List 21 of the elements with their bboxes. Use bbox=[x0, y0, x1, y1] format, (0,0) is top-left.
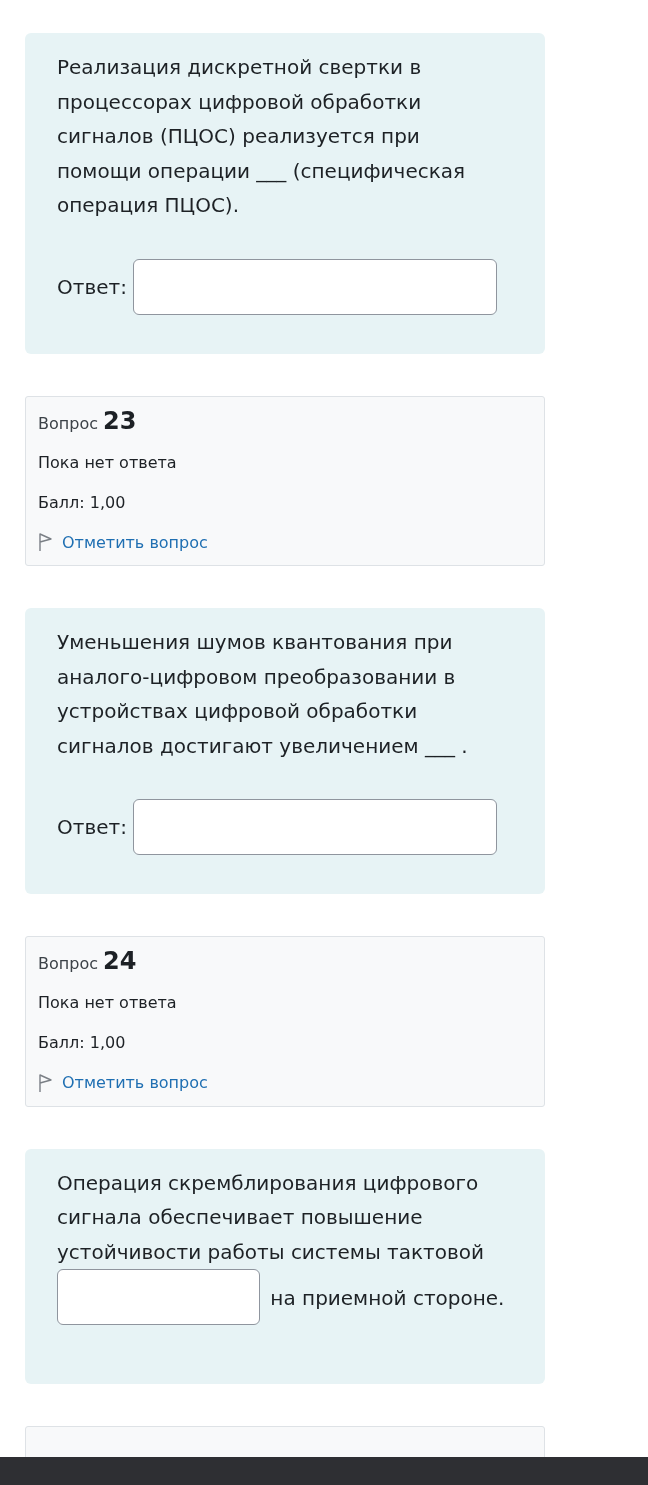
question-mark: Балл: 1,00 bbox=[38, 491, 127, 514]
question-number: 24 bbox=[102, 947, 137, 975]
answer-field[interactable] bbox=[132, 258, 497, 315]
answer-label: Ответ: bbox=[57, 815, 127, 839]
question-label: Вопрос bbox=[38, 413, 98, 433]
flag-question-link[interactable]: Отметить вопрос bbox=[38, 530, 208, 555]
answer-status: Пока нет ответа bbox=[38, 992, 178, 1014]
answer-status: Пока нет ответа bbox=[38, 451, 178, 474]
question-text: Операция скремблирования цифрового сигнала обеспечивает повышение устойчивости работы системы тактовой bbox=[57, 1170, 484, 1264]
question-number: 23 bbox=[102, 406, 137, 435]
answer-field[interactable] bbox=[57, 1269, 260, 1325]
flag-icon bbox=[38, 1073, 52, 1093]
question-text: на приемной стороне. bbox=[270, 1285, 505, 1310]
flag-question-link[interactable]: Отметить вопрос bbox=[38, 1071, 208, 1095]
question-label: Вопрос bbox=[38, 954, 98, 973]
question-text: Уменьшения шумов квантования при аналого-цифровом преобразовании в устройствах цифровой обработки сигналов достигают увеличением ___ . bbox=[57, 629, 469, 760]
question-text: Реализация дискретной свертки в процессорах цифровой обработки сигналов (ПЦОС) реализуется при помощи операции ___ (специфическая операция ПЦОС). bbox=[57, 54, 467, 219]
flag-icon bbox=[38, 533, 52, 552]
answer-label: Ответ: bbox=[57, 274, 127, 299]
answer-field[interactable] bbox=[132, 799, 497, 855]
question-mark: Балл: 1,00 bbox=[38, 1032, 127, 1054]
